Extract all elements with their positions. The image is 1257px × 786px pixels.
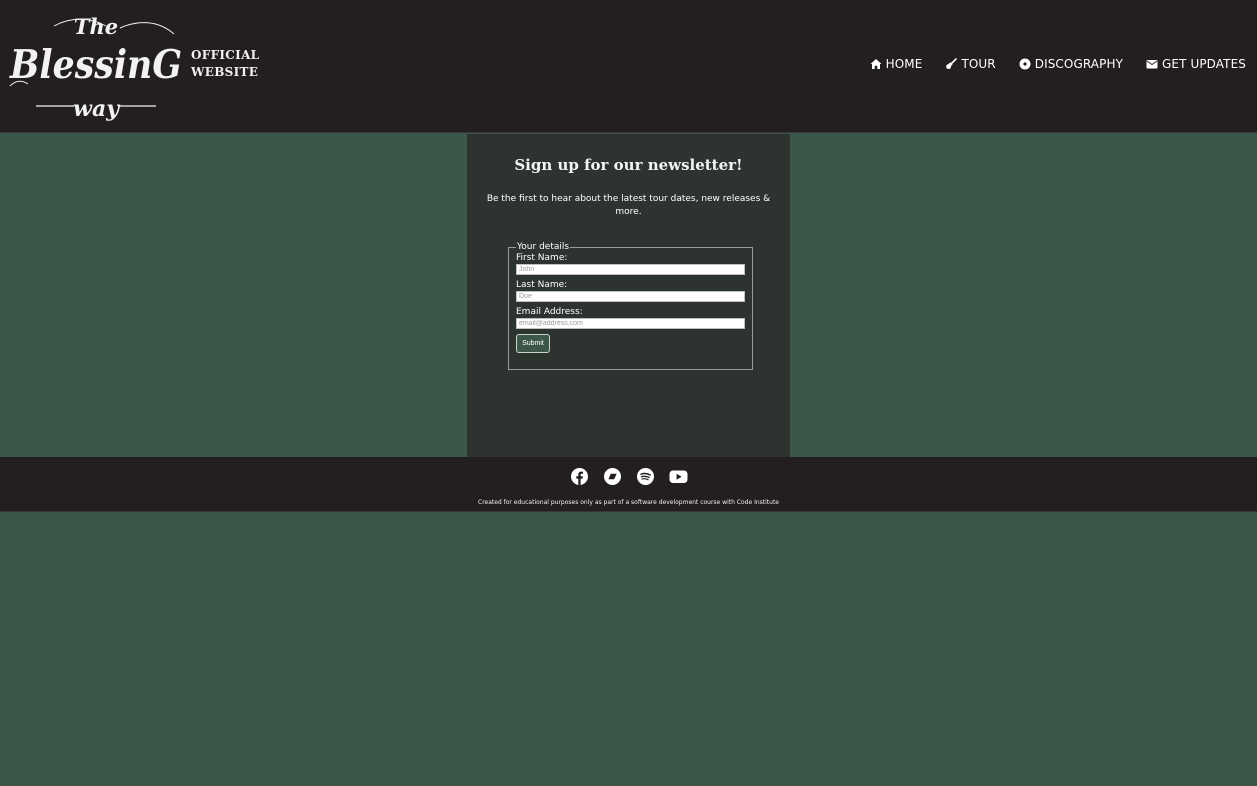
svg-text:way: way [73, 96, 121, 122]
first-name-label: First Name: [516, 253, 568, 263]
main-nav: HOME TOUR DISCOGRAPHY GET UPDATES [870, 57, 1246, 71]
newsletter-description: Be the first to hear about the latest to… [486, 194, 771, 217]
submit-button[interactable]: Submit [516, 334, 550, 353]
envelope-icon [1146, 60, 1158, 69]
details-legend: Your details [517, 242, 570, 252]
logo-tagline: OFFICIAL WEBSITE [191, 47, 259, 81]
nav-get-updates-label: GET UPDATES [1162, 57, 1246, 71]
nav-tour[interactable]: TOUR [945, 57, 996, 71]
nav-home[interactable]: HOME [870, 57, 923, 71]
logo-tagline-line1: OFFICIAL [191, 48, 260, 62]
nav-discography-label: DISCOGRAPHY [1034, 57, 1124, 71]
bandcamp-icon[interactable] [603, 468, 622, 485]
email-input[interactable] [516, 318, 745, 329]
newsletter-panel: Sign up for our newsletter! Be the first… [467, 134, 790, 457]
last-name-label: Last Name: [516, 280, 568, 290]
facebook-icon[interactable] [570, 468, 589, 485]
logo-tagline-line2: WEBSITE [191, 65, 259, 79]
nav-home-label: HOME [885, 57, 923, 71]
email-label: Email Address: [516, 307, 583, 317]
home-icon [870, 59, 882, 69]
newsletter-title: Sign up for our newsletter! [514, 156, 743, 174]
guitar-icon [946, 58, 958, 69]
svg-text:The: The [74, 14, 118, 39]
site-header: The BlessinG way OFFICIAL WEBSITE HOME T… [0, 0, 1257, 133]
spotify-icon[interactable] [636, 468, 655, 485]
disc-icon [1019, 58, 1031, 70]
nav-tour-label: TOUR [961, 57, 996, 71]
nav-discography[interactable]: DISCOGRAPHY [1019, 57, 1123, 71]
footer-credit: Created for educational purposes only as… [478, 499, 779, 506]
first-name-input[interactable] [516, 264, 745, 275]
details-fieldset: Your details First Name: Last Name: Emai… [508, 242, 753, 370]
svg-text:BlessinG: BlessinG [9, 42, 182, 88]
site-footer: Created for educational purposes only as… [0, 457, 1257, 512]
nav-get-updates[interactable]: GET UPDATES [1146, 57, 1246, 71]
youtube-icon[interactable] [669, 468, 688, 485]
last-name-input[interactable] [516, 291, 745, 302]
social-links [0, 468, 1257, 485]
band-logo[interactable]: The BlessinG way [8, 12, 188, 124]
